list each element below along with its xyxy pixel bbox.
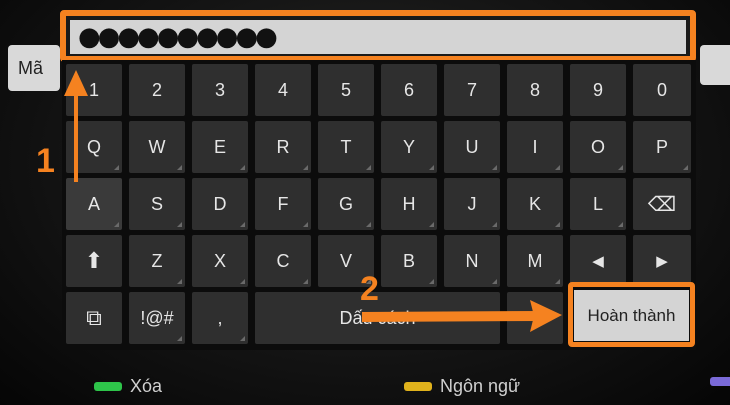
legend-delete-label: Xóa — [130, 376, 163, 396]
key-h[interactable]: H — [381, 178, 437, 230]
shift-key[interactable]: ⬆ — [66, 235, 122, 287]
purple-button-icon — [710, 377, 730, 386]
cursor-left-key[interactable]: ◀ — [570, 235, 626, 287]
key-k[interactable]: K — [507, 178, 563, 230]
key-g[interactable]: G — [318, 178, 374, 230]
password-mask: ●●●●●●●●●● — [78, 22, 278, 52]
key-u[interactable]: U — [444, 121, 500, 173]
key-a[interactable]: A — [66, 178, 122, 230]
key-w[interactable]: W — [129, 121, 185, 173]
symbols-key[interactable]: !@# — [129, 292, 185, 344]
backspace-key[interactable]: ⌫ — [633, 178, 691, 230]
key-f[interactable]: F — [255, 178, 311, 230]
key-9[interactable]: 9 — [570, 64, 626, 116]
password-input[interactable]: ●●●●●●●●●● — [70, 20, 686, 54]
cursor-right-key[interactable]: ▶ — [633, 235, 691, 287]
left-arrow-icon: ◀ — [592, 253, 604, 270]
key-0[interactable]: 0 — [633, 64, 691, 116]
key-p[interactable]: P — [633, 121, 691, 173]
legend-delete: Xóa — [94, 376, 162, 397]
keyboard-layout-icon: ⧉ — [86, 305, 102, 330]
key-2[interactable]: 2 — [129, 64, 185, 116]
key-q[interactable]: Q — [66, 121, 122, 173]
key-d[interactable]: D — [192, 178, 248, 230]
key-4[interactable]: 4 — [255, 64, 311, 116]
green-button-icon — [94, 382, 122, 391]
right-arrow-icon: ▶ — [656, 253, 668, 270]
key-n[interactable]: N — [444, 235, 500, 287]
blank-key[interactable] — [507, 292, 563, 344]
legend-language-label: Ngôn ngữ — [440, 376, 521, 396]
key-o[interactable]: O — [570, 121, 626, 173]
key-7[interactable]: 7 — [444, 64, 500, 116]
key-m[interactable]: M — [507, 235, 563, 287]
yellow-button-icon — [404, 382, 432, 391]
key-z[interactable]: Z — [129, 235, 185, 287]
annotation-number-1: 1 — [36, 142, 55, 180]
done-button[interactable]: Hoàn thành — [574, 290, 689, 341]
key-1[interactable]: 1 — [66, 64, 122, 116]
key-s[interactable]: S — [129, 178, 185, 230]
key-y[interactable]: Y — [381, 121, 437, 173]
key-x[interactable]: X — [192, 235, 248, 287]
side-field-label-text: Mã — [18, 57, 44, 78]
key-8[interactable]: 8 — [507, 64, 563, 116]
key-5[interactable]: 5 — [318, 64, 374, 116]
key-i[interactable]: I — [507, 121, 563, 173]
shift-arrow-icon: ⬆ — [84, 248, 104, 273]
side-field-label[interactable]: Mã — [8, 45, 60, 91]
key-j[interactable]: J — [444, 178, 500, 230]
key-c[interactable]: C — [255, 235, 311, 287]
backspace-icon: ⌫ — [647, 193, 677, 216]
key-6[interactable]: 6 — [381, 64, 437, 116]
key-e[interactable]: E — [192, 121, 248, 173]
key-t[interactable]: T — [318, 121, 374, 173]
legend-language: Ngôn ngữ — [404, 376, 520, 397]
key-r[interactable]: R — [255, 121, 311, 173]
key-l[interactable]: L — [570, 178, 626, 230]
key-b[interactable]: B — [381, 235, 437, 287]
key-3[interactable]: 3 — [192, 64, 248, 116]
comma-key[interactable]: , — [192, 292, 248, 344]
side-field-right[interactable] — [700, 45, 730, 85]
keyboard-layout-key[interactable]: ⧉ — [66, 292, 122, 344]
annotation-number-2: 2 — [360, 270, 379, 308]
